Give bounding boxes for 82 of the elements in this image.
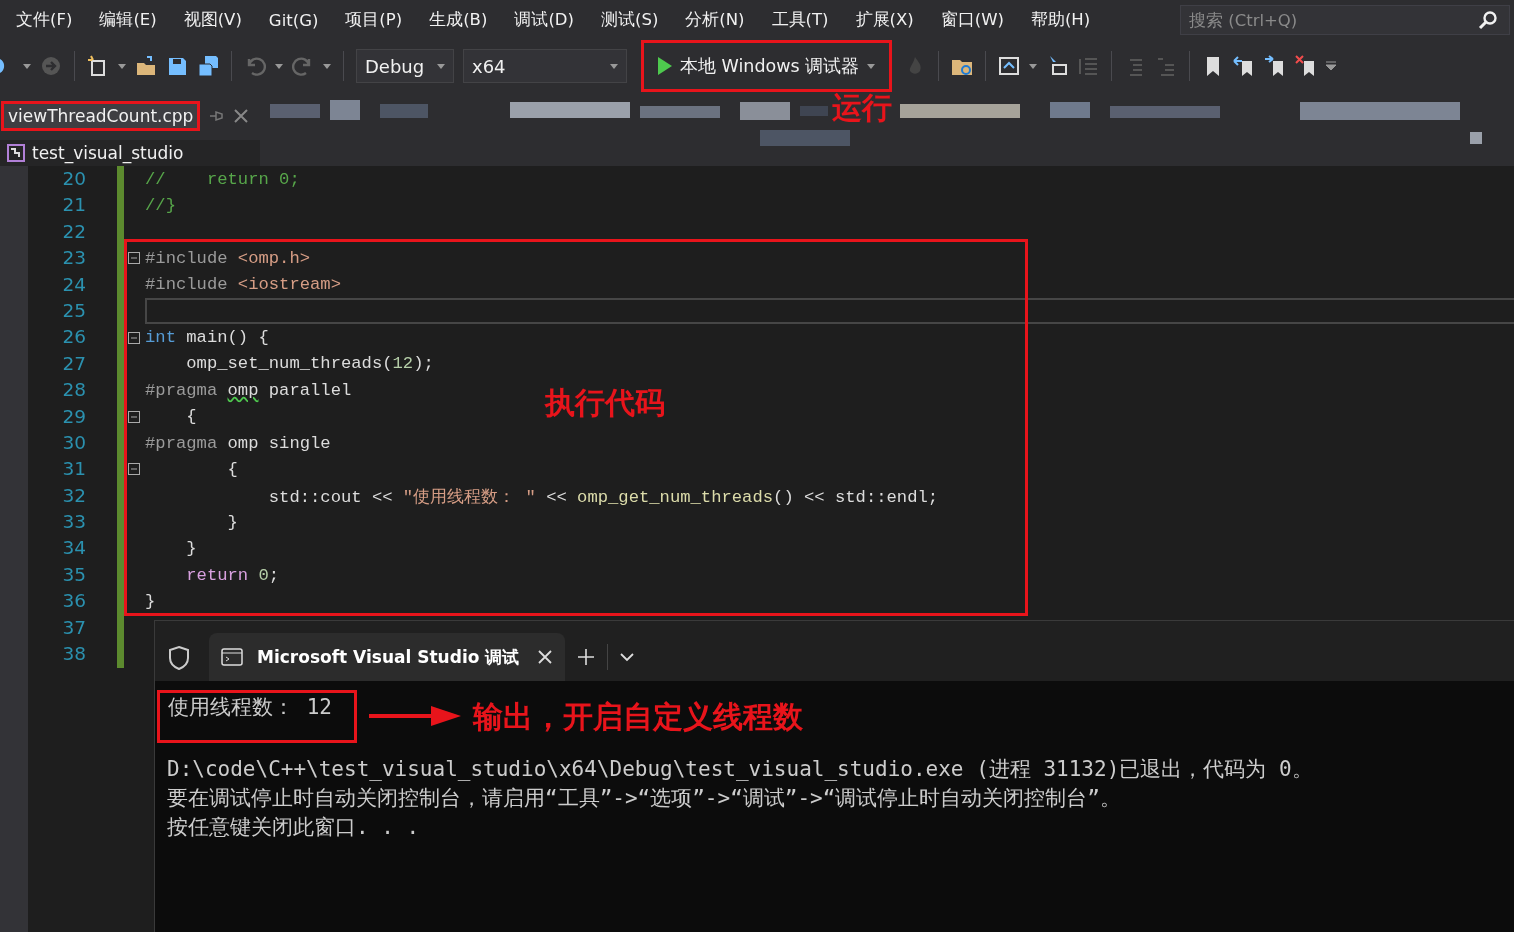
platform-dropdown[interactable]: x64 (463, 49, 627, 83)
collapse-icon[interactable] (128, 331, 140, 344)
line-number: 25 (61, 298, 86, 323)
code-line: #include <iostream> (145, 275, 341, 295)
dropdown-caret-icon[interactable] (23, 63, 31, 69)
code-line: //} (145, 196, 176, 216)
line-number: 35 (61, 562, 86, 587)
caret-icon[interactable] (437, 63, 445, 69)
new-tab-icon[interactable] (577, 648, 595, 666)
annotation-label: 执行代码 (545, 384, 665, 423)
menu-item[interactable]: 窗口(W) (940, 9, 1004, 31)
annotation-label: 输出，开启自定义线程数 (472, 701, 803, 731)
line-number: 37 (61, 615, 86, 640)
terminal-tab[interactable]: Microsoft Visual Studio 调试 (209, 633, 565, 681)
code-line: #include <omp.h> (145, 248, 311, 268)
line-number: 21 (61, 193, 86, 218)
configuration-dropdown[interactable]: Debug (356, 49, 454, 83)
line-number: 31 (61, 457, 86, 482)
line-number: 29 (61, 404, 86, 429)
menu-item[interactable]: 文件(F) (16, 9, 73, 31)
code-line: int main() { (145, 328, 269, 348)
menu-item[interactable]: 分析(N) (685, 9, 745, 31)
code-line: std::cout << "使用线程数： " << omp_get_num_threads() << std::endl; (267, 486, 939, 508)
overflow-icon[interactable] (1326, 61, 1337, 71)
save-all-icon[interactable] (197, 55, 219, 77)
code-line: #pragma omp parallel (145, 380, 352, 400)
code-line: { (226, 460, 238, 479)
menu-item[interactable]: 项目(P) (345, 9, 403, 31)
pin-icon[interactable] (209, 109, 224, 123)
document-tab[interactable]: viewThreadCount.cpp (2, 102, 200, 130)
line-number: 30 (61, 430, 86, 455)
search-field[interactable]: 搜索 (Ctrl+Q) (1180, 5, 1510, 35)
menu-item[interactable]: 编辑(E) (99, 9, 157, 31)
dropdown-caret-icon[interactable] (1029, 63, 1038, 69)
menu-item[interactable]: 工具(T) (771, 9, 829, 31)
menu-item[interactable]: 视图(V) (183, 9, 242, 31)
project-icon (6, 143, 26, 163)
menu-item[interactable]: 测试(S) (601, 9, 659, 31)
code-line: } (145, 591, 156, 611)
line-number: 22 (61, 219, 86, 244)
code-line: { (185, 407, 197, 427)
menu-item[interactable]: 扩展(X) (855, 9, 914, 31)
console-output-line: 要在调试停止时自动关闭控制台，请启用“工具”->“选项”->“调试”->“调试停止时自动关闭控制台”。 (167, 785, 1122, 812)
menu-item[interactable]: 生成(B) (429, 9, 488, 31)
line-number: 26 (61, 325, 86, 350)
line-number: 24 (61, 272, 86, 297)
save-icon[interactable] (166, 55, 188, 77)
code-line: omp_set_num_threads(12); (185, 354, 434, 374)
dropdown-caret-icon[interactable] (118, 63, 126, 69)
line-number: 28 (61, 378, 86, 403)
play-icon (658, 57, 672, 75)
line-number: 33 (61, 510, 86, 535)
collapse-icon[interactable] (128, 463, 140, 476)
dropdown-caret-icon[interactable] (323, 63, 331, 69)
code-line: #pragma omp single (145, 433, 331, 453)
line-number: 27 (61, 351, 86, 376)
dropdown-caret-icon[interactable] (275, 63, 283, 69)
code-line: } (226, 512, 238, 532)
code-line: return 0; (185, 565, 280, 585)
arrow-icon (368, 704, 461, 728)
collapse-icon[interactable] (128, 252, 140, 265)
line-number: 38 (61, 642, 86, 667)
caret-icon[interactable] (867, 63, 876, 69)
line-number: 20 (61, 167, 86, 191)
annotation-label: 运行 (832, 89, 892, 127)
line-number: 23 (61, 246, 86, 271)
menu-item[interactable]: Git(G) (268, 10, 319, 30)
menu-item[interactable]: 调试(D) (514, 9, 574, 31)
code-line: } (185, 539, 197, 559)
browser-icon[interactable] (998, 55, 1021, 77)
line-number: 32 (61, 483, 86, 508)
console-output-line: D:\code\C++\test_visual_studio\x64\Debug\test_visual_studio.exe (进程 31132)已退出，代码为 0。 (167, 756, 1314, 783)
console-output-line: 按任意键关闭此窗口. . . (167, 814, 421, 841)
collapse-icon[interactable] (128, 410, 140, 423)
menu-item[interactable]: 帮助(H) (1030, 9, 1091, 31)
chevron-down-icon[interactable] (620, 652, 634, 662)
caret-icon[interactable] (610, 63, 618, 69)
line-number: 34 (61, 536, 86, 561)
console-icon (221, 648, 243, 666)
code-line: // return 0; (145, 169, 300, 189)
open-folder-icon[interactable] (135, 55, 157, 77)
line-number: 36 (61, 589, 86, 614)
